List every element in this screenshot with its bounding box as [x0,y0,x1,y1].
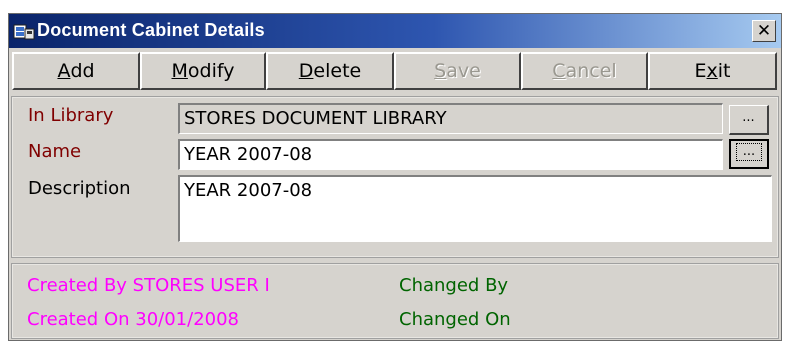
cabinet-form-panel: In Library STORES DOCUMENT LIBRARY ... N… [11,96,779,258]
library-browse-button[interactable]: ... [729,105,769,135]
title-bar[interactable]: Document Cabinet Details ✕ [9,14,781,48]
description-field[interactable]: YEAR 2007-08 [178,175,772,242]
window-title: Document Cabinet Details [37,20,265,40]
changed-by-text: Changed By [399,275,509,296]
close-icon: ✕ [756,20,772,41]
delete-button[interactable]: Delete [266,52,394,90]
created-on-text: Created On 30/01/2008 [27,309,240,330]
library-label: In Library [28,105,114,126]
document-cabinet-details-window: Document Cabinet Details ✕ Add Modify De… [8,13,782,341]
changed-on-text: Changed On [399,309,511,330]
exit-button[interactable]: Ex it [648,52,777,90]
description-label: Description [28,178,131,199]
cabinet-app-icon [13,22,35,40]
audit-info-panel: Created By STORES USER I Changed By Crea… [11,263,779,339]
save-button[interactable]: Save [394,52,521,90]
close-button[interactable]: ✕ [752,20,776,42]
cancel-button[interactable]: Cancel [521,52,648,90]
created-by-text: Created By STORES USER I [27,275,270,296]
modify-button[interactable]: Modify [140,52,266,90]
add-button[interactable]: Add [12,52,140,90]
name-browse-button[interactable]: ... [729,139,769,169]
action-toolbar: Add Modify Delete Save Cancel Ex it [12,52,777,90]
name-label: Name [28,141,82,162]
name-field[interactable]: YEAR 2007-08 [178,139,723,170]
library-field: STORES DOCUMENT LIBRARY [178,103,723,134]
